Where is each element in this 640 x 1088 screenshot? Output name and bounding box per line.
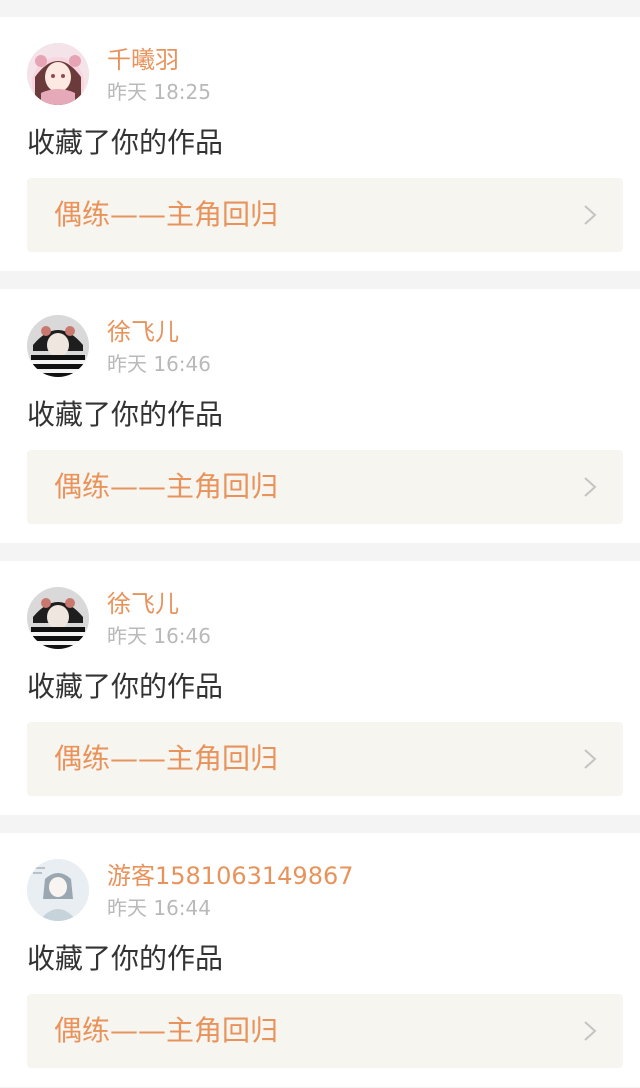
action-text: 收藏了你的作品 [27,942,224,975]
work-title: 偶练——主角回归 [54,742,279,775]
timestamp: 昨天 16:44 [107,896,211,920]
anime-girl-avatar-icon [27,43,89,105]
timestamp: 昨天 18:25 [107,80,211,104]
avatar[interactable] [27,859,89,921]
username[interactable]: 徐飞儿 [107,317,179,347]
notification-card: 游客1581063149867 昨天 16:44 收藏了你的作品 偶练——主角回… [0,833,640,1087]
notification-card: 徐飞儿 昨天 16:46 收藏了你的作品 偶练——主角回归 [0,289,640,543]
notification-feed: 千曦羽 昨天 18:25 收藏了你的作品 偶练——主角回归 徐飞儿 昨天 16:… [0,0,640,1088]
username[interactable]: 千曦羽 [107,45,179,75]
work-link[interactable]: 偶练——主角回归 [27,722,623,796]
avatar[interactable] [27,587,89,649]
striped-shirt-avatar-icon [27,315,89,377]
work-link[interactable]: 偶练——主角回归 [27,450,623,524]
avatar[interactable] [27,43,89,105]
work-title: 偶练——主角回归 [54,1014,279,1047]
username[interactable]: 徐飞儿 [107,589,179,619]
chevron-right-icon [584,749,597,769]
sketch-portrait-avatar-icon [27,859,89,921]
action-text: 收藏了你的作品 [27,126,224,159]
notification-card: 徐飞儿 昨天 16:46 收藏了你的作品 偶练——主角回归 [0,561,640,815]
chevron-right-icon [584,1021,597,1041]
work-link[interactable]: 偶练——主角回归 [27,994,623,1068]
chevron-right-icon [584,477,597,497]
action-text: 收藏了你的作品 [27,670,224,703]
avatar[interactable] [27,315,89,377]
chevron-right-icon [584,205,597,225]
notification-card: 千曦羽 昨天 18:25 收藏了你的作品 偶练——主角回归 [0,17,640,271]
timestamp: 昨天 16:46 [107,352,211,376]
work-link[interactable]: 偶练——主角回归 [27,178,623,252]
work-title: 偶练——主角回归 [54,198,279,231]
timestamp: 昨天 16:46 [107,624,211,648]
username[interactable]: 游客1581063149867 [107,861,354,891]
striped-shirt-avatar-icon [27,587,89,649]
work-title: 偶练——主角回归 [54,470,279,503]
action-text: 收藏了你的作品 [27,398,224,431]
